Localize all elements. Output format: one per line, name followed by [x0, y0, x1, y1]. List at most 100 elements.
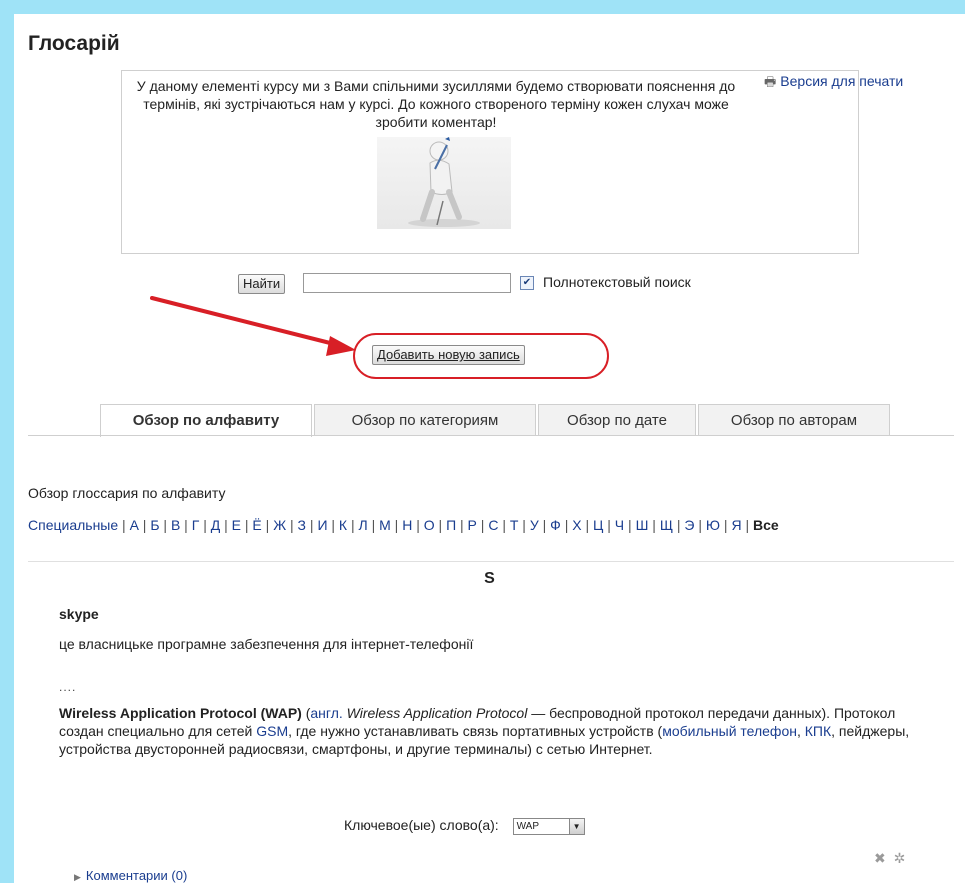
pda-link[interactable]: КПК	[805, 723, 831, 739]
term-wap: Wireless Application Protocol (WAP)	[59, 705, 302, 721]
thinking-figure-image	[377, 137, 511, 229]
alpha-letter-link[interactable]: С	[488, 517, 498, 533]
wap-text-part: , где нужно устанавливать связь портатив…	[288, 723, 663, 739]
alpha-letter-link[interactable]: Ж	[273, 517, 286, 533]
alpha-separator: |	[390, 517, 403, 533]
alpha-separator: |	[180, 517, 192, 533]
red-arrow-annotation	[150, 296, 356, 356]
add-entry-button[interactable]: Добавить новую запись	[372, 345, 525, 365]
alpha-letter-link[interactable]: М	[379, 517, 391, 533]
alpha-letter-link[interactable]: З	[298, 517, 306, 533]
print-version-label: Версия для печати	[780, 73, 904, 89]
tabs-divider	[28, 435, 954, 436]
alpha-separator: |	[672, 517, 685, 533]
alpha-letter-link[interactable]: Ю	[706, 517, 720, 533]
fulltext-label: Полнотекстовый поиск	[543, 274, 691, 290]
definition-skype: це власницьке програмне забезпечення для…	[59, 636, 474, 652]
english-link[interactable]: англ.	[310, 705, 342, 721]
chevron-down-icon: ▼	[568, 818, 584, 834]
alpha-letter-link[interactable]: У	[530, 517, 539, 533]
tab-date[interactable]: Обзор по дате	[538, 404, 696, 436]
alpha-letter-link[interactable]: Ц	[593, 517, 603, 533]
alpha-letter-link[interactable]: О	[424, 517, 435, 533]
gsm-link[interactable]: GSM	[256, 723, 288, 739]
alpha-letter-link[interactable]: В	[171, 517, 180, 533]
page-title: Глосарій	[28, 32, 120, 55]
alpha-separator: |	[741, 517, 753, 533]
keywords-select[interactable]: WAP ▼	[512, 817, 585, 835]
alpha-separator: |	[498, 517, 510, 533]
tab-alphabet[interactable]: Обзор по алфавиту	[100, 404, 312, 437]
letter-heading: S	[484, 570, 495, 587]
wap-text-part: ,	[796, 723, 805, 739]
alpha-separator: |	[720, 517, 732, 533]
alpha-separator: |	[220, 517, 232, 533]
intro-text: У даному елементі курсу ми з Вами спільн…	[136, 78, 736, 130]
alpha-letter-link[interactable]: Ф	[550, 517, 561, 533]
intro-box: У даному елементі курсу ми з Вами спільн…	[121, 70, 859, 254]
alpha-letter-link[interactable]: Щ	[660, 517, 673, 533]
alpha-letter-link[interactable]: Я	[731, 517, 741, 533]
expand-triangle-icon: ▶	[74, 872, 81, 882]
alpha-letter-link[interactable]: Р	[468, 517, 477, 533]
glossary-page: Глосарій У даному елементі курсу ми з Ва…	[14, 14, 965, 883]
alpha-letter-link[interactable]: А	[130, 517, 139, 533]
fulltext-checkbox[interactable]: ✔	[520, 276, 534, 290]
alpha-separator: |	[367, 517, 380, 533]
wap-english-name: Wireless Application Protocol	[342, 705, 528, 721]
alphabet-index: Специальные | А | Б | В | Г | Д | Е | Ё …	[28, 516, 958, 534]
alpha-letter-link[interactable]: Ч	[615, 517, 624, 533]
delete-icon[interactable]: ✖	[874, 850, 886, 866]
alpha-separator: |	[118, 517, 130, 533]
alpha-separator: |	[347, 517, 359, 533]
alpha-letter-link[interactable]: К	[339, 517, 347, 533]
keywords-label: Ключевое(ые) слово(а):	[344, 817, 499, 833]
term-skype: skype	[59, 606, 99, 622]
alpha-separator: |	[261, 517, 274, 533]
keywords-row: Ключевое(ые) слово(а): WAP ▼	[344, 817, 585, 835]
comments-label: Комментарии (0)	[85, 868, 188, 883]
alpha-separator: |	[560, 517, 573, 533]
alpha-separator: |	[456, 517, 468, 533]
add-entry-label: Добавить новую запись	[377, 347, 520, 362]
alpha-separator: |	[603, 517, 615, 533]
alpha-all-link[interactable]: Все	[753, 517, 779, 533]
alpha-separator: |	[240, 517, 253, 533]
tab-authors[interactable]: Обзор по авторам	[698, 404, 890, 436]
entry-actions: ✖ ✲	[874, 850, 905, 867]
alpha-separator: |	[581, 517, 594, 533]
alpha-separator: |	[648, 517, 660, 533]
entry-separator-dots: ....	[59, 680, 77, 694]
alpha-separator: |	[412, 517, 424, 533]
alpha-separator: |	[286, 517, 298, 533]
alpha-letter-link[interactable]: П	[446, 517, 456, 533]
tab-categories[interactable]: Обзор по категориям	[314, 404, 536, 436]
alpha-separator: |	[327, 517, 339, 533]
alpha-letter-link[interactable]: Б	[150, 517, 159, 533]
alpha-letter-link[interactable]: Н	[402, 517, 412, 533]
alpha-letter-link[interactable]: Ё	[252, 517, 261, 533]
keywords-selected: WAP	[516, 820, 540, 832]
alpha-separator: |	[306, 517, 318, 533]
alpha-letter-link[interactable]: Х	[572, 517, 581, 533]
alpha-separator: |	[624, 517, 636, 533]
alpha-letter-link[interactable]: Э	[684, 517, 694, 533]
alpha-letter-link[interactable]: И	[317, 517, 327, 533]
printer-icon: 🖶	[764, 74, 777, 89]
entry-wap: Wireless Application Protocol (WAP) (анг…	[59, 704, 939, 758]
alpha-letter-link[interactable]: Ш	[636, 517, 649, 533]
browse-label: Обзор глоссария по алфавиту	[28, 485, 226, 501]
comments-toggle[interactable]: ▶ Комментарии (0)	[74, 868, 187, 883]
alpha-letter-link[interactable]: Е	[232, 517, 241, 533]
gear-icon[interactable]: ✲	[894, 850, 906, 866]
alpha-separator: |	[476, 517, 489, 533]
print-version-link[interactable]: 🖶 Версия для печати	[764, 73, 903, 95]
alpha-separator: |	[159, 517, 171, 533]
alpha-separator: |	[138, 517, 151, 533]
alpha-letter-link[interactable]: Д	[211, 517, 220, 533]
alpha-letter-link[interactable]: Л	[359, 517, 368, 533]
alpha-special-link[interactable]: Специальные	[28, 517, 118, 533]
alpha-separator: |	[199, 517, 211, 533]
mobile-phone-link[interactable]: мобильный телефон	[662, 723, 797, 739]
alpha-separator: |	[518, 517, 530, 533]
